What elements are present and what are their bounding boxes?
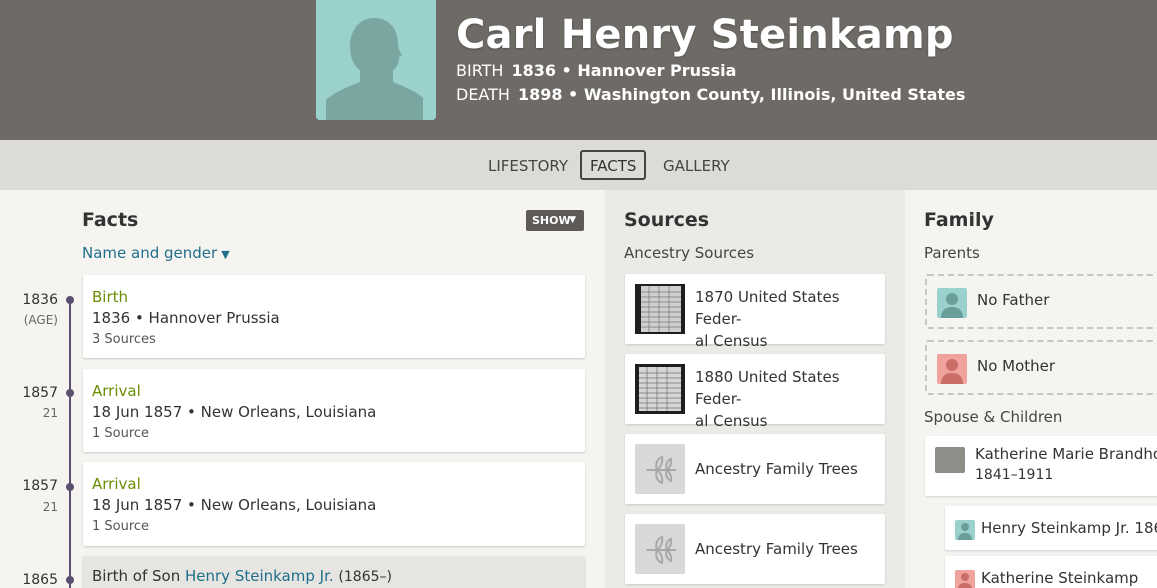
fact-type: Arrival: [92, 475, 141, 493]
parents-label: Parents: [924, 244, 980, 262]
source-title-line-1: 1880 United States Feder-: [695, 368, 840, 408]
spouse-and-children-label: Spouse & Children: [924, 408, 1063, 426]
timeline-dot: [66, 576, 74, 584]
fact-detail: 18 Jun 1857 • New Orleans, Louisiana: [92, 403, 377, 421]
birth-label: BIRTH: [456, 61, 504, 80]
timeline-year: 1857: [22, 385, 58, 401]
add-father-box[interactable]: No Father: [925, 274, 1157, 329]
death-value: 1898 • Washington County, Illinois, Unit…: [517, 85, 966, 104]
spouse-name: Katherine Marie Brandhorst: [975, 445, 1157, 463]
child-name: Katherine Steinkamp: [981, 569, 1139, 587]
fact-card-arrival[interactable]: Arrival 18 Jun 1857 • New Orleans, Louis…: [83, 369, 585, 452]
sources-column: Sources Ancestry Sources 1870 United Sta…: [605, 190, 905, 588]
timeline-age: 21: [42, 500, 58, 514]
male-silhouette-icon: [937, 288, 967, 318]
timeline-dot: [66, 483, 74, 491]
show-button-label: SHOW: [532, 214, 571, 227]
fact-card-birth-of-son[interactable]: Birth of Son Henry Steinkamp Jr. (1865–): [83, 556, 585, 588]
family-title: Family: [924, 209, 994, 231]
timeline-year: 1865: [22, 572, 58, 588]
facts-title: Facts: [82, 209, 139, 231]
source-title: 1870 United States Feder- al Census: [695, 286, 877, 352]
male-silhouette-icon: [316, 0, 436, 120]
no-father-label: No Father: [977, 291, 1050, 309]
fact-detail: 1836 • Hannover Prussia: [92, 309, 280, 327]
tab-lifestory[interactable]: LIFESTORY: [478, 150, 578, 180]
child-link[interactable]: Henry Steinkamp Jr.: [185, 567, 334, 585]
child-years: (1865–): [338, 569, 392, 585]
timeline-age: (AGE): [23, 313, 58, 327]
timeline-age: 21: [42, 406, 58, 420]
female-silhouette-icon: [955, 570, 975, 588]
source-card-family-trees[interactable]: Ancestry Family Trees: [625, 434, 885, 504]
source-card-1870-census[interactable]: 1870 United States Feder- al Census: [625, 274, 885, 350]
person-name: Carl Henry Steinkamp: [456, 12, 954, 58]
family-column: Family Parents No Father No Mother Spous…: [905, 190, 1157, 588]
chevron-down-icon: ▼: [569, 215, 576, 225]
death-summary: DEATH 1898 • Washington County, Illinois,…: [456, 85, 965, 104]
child-card[interactable]: Henry Steinkamp Jr. 1865: [945, 506, 1157, 550]
source-title: Ancestry Family Trees: [695, 540, 858, 558]
fact-summary: Birth of Son Henry Steinkamp Jr. (1865–): [92, 567, 392, 585]
source-title: 1880 United States Feder- al Census: [695, 366, 877, 432]
birth-value: 1836 • Hannover Prussia: [511, 61, 737, 80]
person-header: Carl Henry Steinkamp BIRTH 1836 • Hannove…: [0, 0, 1157, 140]
fact-card-birth[interactable]: Birth 1836 • Hannover Prussia 3 Sources: [83, 275, 585, 358]
fact-source-count: 3 Sources: [92, 332, 156, 347]
census-document-thumbnail-icon: [635, 284, 685, 334]
fact-source-count: 1 Source: [92, 519, 150, 534]
ancestry-sources-label: Ancestry Sources: [624, 244, 755, 262]
name-and-gender-link[interactable]: Name and gender ▼: [82, 244, 230, 262]
ancestry-leaf-icon: [635, 524, 685, 574]
fact-type: Birth: [92, 288, 129, 306]
female-silhouette-icon: [937, 354, 967, 384]
timeline-year: 1836: [22, 292, 58, 308]
show-button[interactable]: SHOW ▼: [526, 210, 584, 231]
source-title: Ancestry Family Trees: [695, 460, 858, 478]
fact-type: Birth of Son: [92, 567, 181, 585]
death-label: DEATH: [456, 85, 510, 104]
timeline-line: [69, 300, 71, 588]
tab-gallery[interactable]: GALLERY: [653, 150, 740, 180]
timeline-dot: [66, 296, 74, 304]
fact-detail: 18 Jun 1857 • New Orleans, Louisiana: [92, 496, 377, 514]
add-mother-box[interactable]: No Mother: [925, 340, 1157, 395]
timeline-year: 1857: [22, 478, 58, 494]
profile-tab-bar: LIFESTORY FACTS GALLERY: [0, 140, 1157, 190]
sources-title: Sources: [624, 209, 710, 231]
birth-summary: BIRTH 1836 • Hannover Prussia: [456, 61, 736, 80]
source-title-line-1: 1870 United States Feder-: [695, 288, 840, 328]
child-name: Henry Steinkamp Jr. 1865: [981, 519, 1157, 537]
source-card-1880-census[interactable]: 1880 United States Feder- al Census: [625, 354, 885, 430]
child-card[interactable]: Katherine Steinkamp: [945, 556, 1157, 588]
fact-card-arrival[interactable]: Arrival 18 Jun 1857 • New Orleans, Louis…: [83, 462, 585, 546]
source-card-family-trees[interactable]: Ancestry Family Trees: [625, 514, 885, 584]
timeline-dot: [66, 389, 74, 397]
tab-facts[interactable]: FACTS: [580, 150, 647, 180]
spouse-years: 1841–1911: [975, 467, 1054, 483]
facts-column: Facts SHOW ▼ Name and gender ▼ 1836 (AGE) …: [0, 190, 605, 588]
profile-photo[interactable]: [316, 0, 436, 120]
name-and-gender-label: Name and gender: [82, 244, 218, 262]
no-mother-label: No Mother: [977, 357, 1056, 375]
spouse-card[interactable]: Katherine Marie Brandhorst 1841–1911: [925, 436, 1157, 496]
chevron-down-icon: ▼: [221, 248, 230, 261]
spouse-photo: [935, 447, 965, 473]
source-title-line-2: al Census: [695, 332, 768, 350]
fact-type: Arrival: [92, 382, 141, 400]
male-silhouette-icon: [955, 520, 975, 540]
ancestry-leaf-icon: [635, 444, 685, 494]
source-title-line-2: al Census: [695, 412, 768, 430]
census-document-thumbnail-icon: [635, 364, 685, 414]
fact-source-count: 1 Source: [92, 426, 150, 441]
